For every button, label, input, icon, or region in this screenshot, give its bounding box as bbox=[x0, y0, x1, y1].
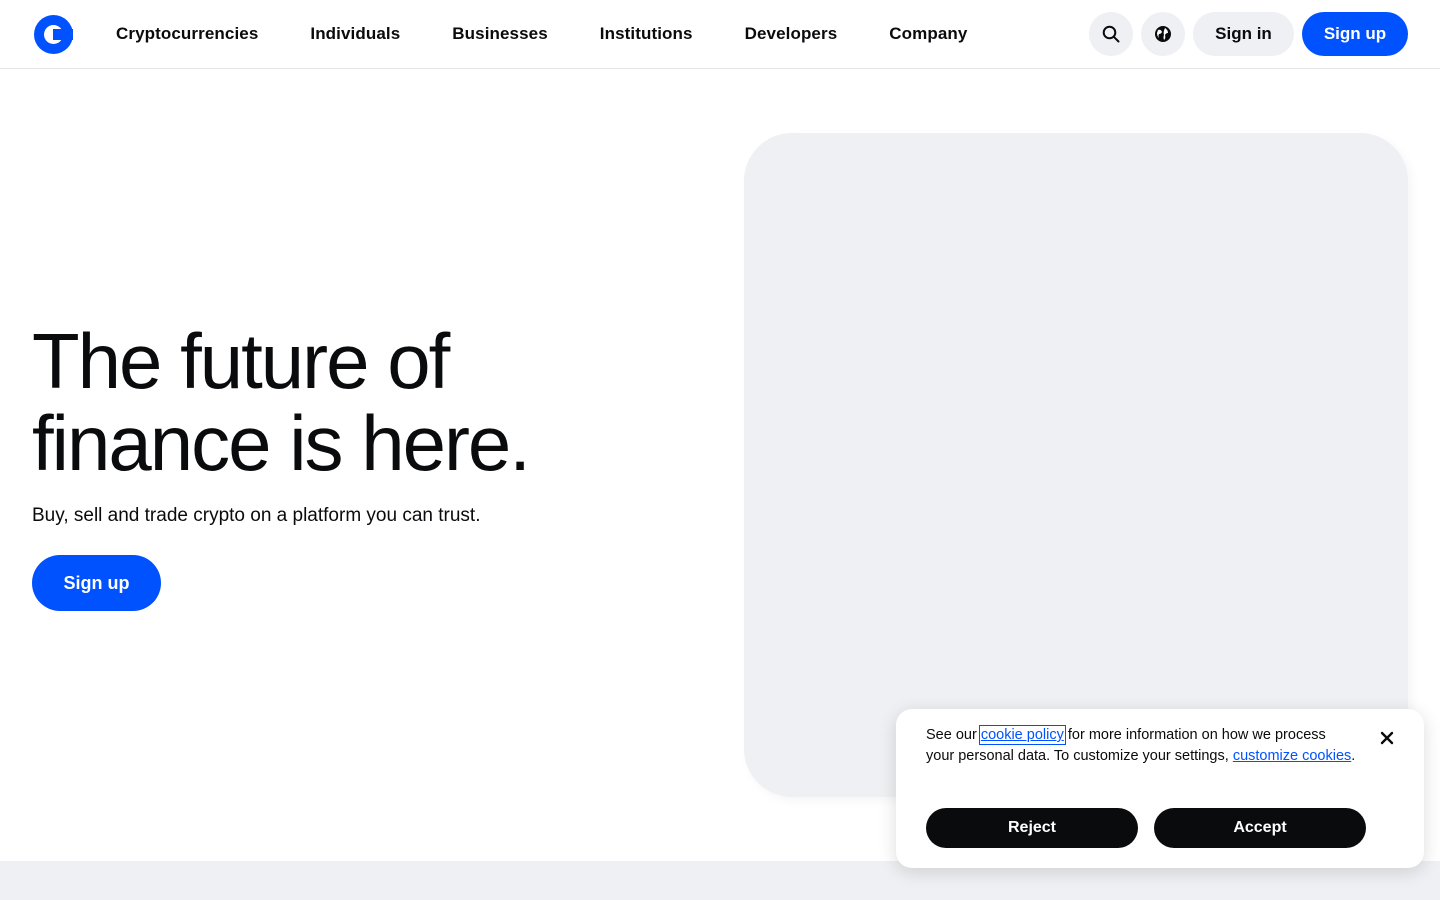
nav-item-cryptocurrencies[interactable]: Cryptocurrencies bbox=[116, 24, 258, 44]
search-icon bbox=[1102, 25, 1120, 43]
cookie-message: See our cookie policy for more informati… bbox=[926, 725, 1356, 767]
site-header: Cryptocurrencies Individuals Businesses … bbox=[0, 0, 1440, 69]
sign-in-button[interactable]: Sign in bbox=[1193, 12, 1294, 56]
hero-title-line-1: The future of bbox=[32, 317, 450, 405]
main-nav: Cryptocurrencies Individuals Businesses … bbox=[116, 0, 1019, 68]
hero-media-placeholder bbox=[744, 133, 1408, 797]
cookie-policy-link[interactable]: cookie policy bbox=[978, 725, 1066, 745]
coinbase-logo-icon[interactable] bbox=[34, 15, 73, 54]
customize-cookies-link[interactable]: customize cookies bbox=[1233, 748, 1351, 764]
cookie-banner: See our cookie policy for more informati… bbox=[896, 709, 1424, 868]
nav-item-institutions[interactable]: Institutions bbox=[600, 24, 693, 44]
nav-item-individuals[interactable]: Individuals bbox=[310, 24, 400, 44]
accept-cookies-button[interactable]: Accept bbox=[1154, 808, 1366, 848]
nav-item-developers[interactable]: Developers bbox=[745, 24, 838, 44]
globe-icon bbox=[1155, 26, 1171, 42]
reject-cookies-button[interactable]: Reject bbox=[926, 808, 1138, 848]
cookie-close-button[interactable] bbox=[1376, 727, 1398, 749]
language-button[interactable] bbox=[1141, 12, 1185, 56]
search-button[interactable] bbox=[1089, 12, 1133, 56]
hero-sign-up-button[interactable]: Sign up bbox=[32, 555, 161, 611]
cookie-text-before: See our bbox=[926, 727, 981, 743]
hero-title-line-2: finance is here. bbox=[32, 399, 531, 487]
nav-item-businesses[interactable]: Businesses bbox=[452, 24, 548, 44]
hero-subtitle: Buy, sell and trade crypto on a platform… bbox=[32, 505, 481, 526]
logo-mark bbox=[53, 29, 73, 40]
hero-title: The future of finance is here. bbox=[32, 320, 672, 484]
sign-up-button-header[interactable]: Sign up bbox=[1302, 12, 1408, 56]
nav-item-company[interactable]: Company bbox=[889, 24, 967, 44]
close-icon bbox=[1380, 731, 1394, 745]
cookie-text-after: . bbox=[1351, 748, 1356, 764]
